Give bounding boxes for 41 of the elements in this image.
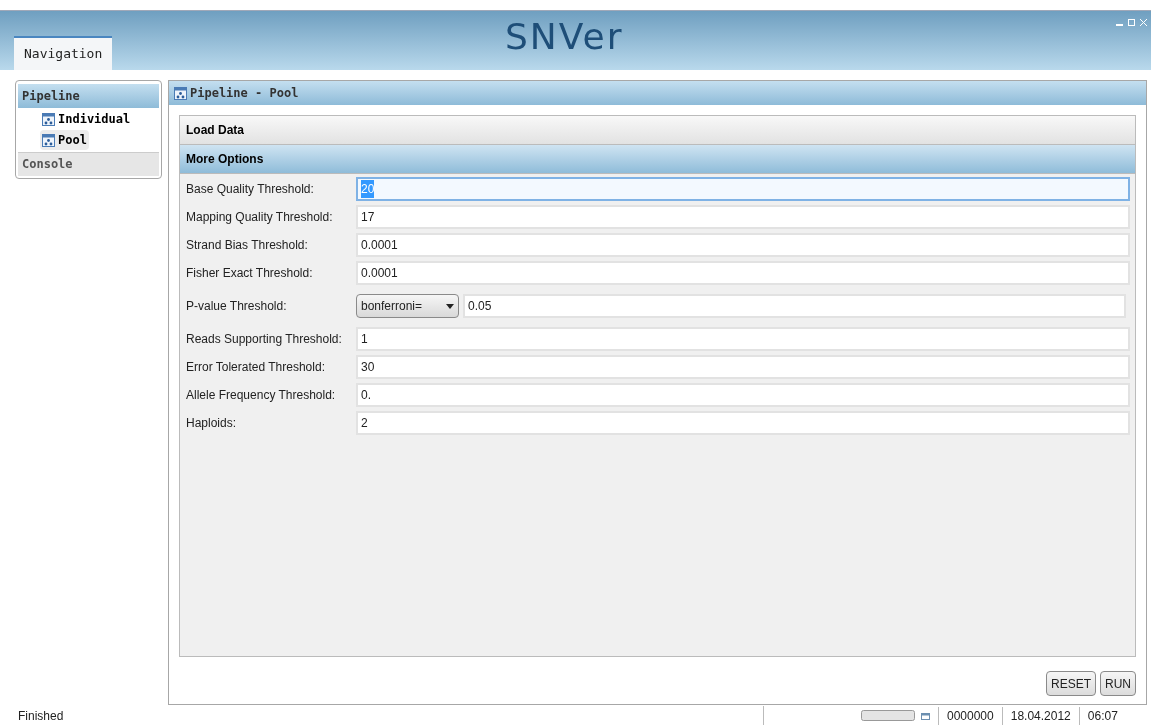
panel-title: Pipeline - Pool bbox=[190, 85, 299, 102]
status-counter: 0000000 bbox=[938, 706, 1002, 725]
action-button[interactable]: RUN bbox=[1100, 671, 1136, 696]
nav-item[interactable]: Pool bbox=[40, 130, 89, 150]
status-date: 18.04.2012 bbox=[1001, 706, 1079, 725]
dropdown-caret-icon bbox=[446, 303, 454, 309]
maximize-icon[interactable] bbox=[1128, 19, 1135, 26]
field-label: P-value Threshold: bbox=[185, 298, 288, 315]
field-label: Base Quality Threshold: bbox=[185, 181, 315, 198]
nav-item[interactable]: Individual bbox=[40, 109, 133, 129]
action-button[interactable]: RESET bbox=[1046, 671, 1096, 696]
correction-dropdown[interactable]: bonferroni= bbox=[356, 294, 459, 318]
section-header[interactable]: Load Data bbox=[180, 116, 1135, 145]
app-logo: SNVer bbox=[505, 19, 624, 55]
field-label: Reads Supporting Threshold: bbox=[185, 331, 343, 348]
field-label: Strand Bias Threshold: bbox=[185, 237, 309, 254]
pipeline-icon bbox=[174, 86, 187, 100]
input-field[interactable]: 0. bbox=[356, 383, 1130, 407]
close-icon[interactable] bbox=[1140, 19, 1147, 26]
field-label: Allele Frequency Threshold: bbox=[185, 387, 337, 404]
pipeline-icon bbox=[42, 133, 55, 147]
field-label: Fisher Exact Threshold: bbox=[185, 265, 314, 282]
field-label: Error Tolerated Threshold: bbox=[185, 359, 326, 376]
input-field[interactable]: 0.0001 bbox=[356, 233, 1130, 257]
status-message: Finished bbox=[18, 707, 65, 725]
nav-group-header[interactable]: Pipeline bbox=[18, 84, 159, 108]
window-icon bbox=[921, 711, 930, 720]
input-field[interactable]: 2 bbox=[356, 411, 1130, 435]
input-field[interactable]: 0.0001 bbox=[356, 261, 1130, 285]
pipeline-icon bbox=[42, 112, 55, 126]
input-field[interactable]: 1 bbox=[356, 327, 1130, 351]
nav-group-header[interactable]: Console bbox=[18, 151, 159, 176]
input-field[interactable]: 30 bbox=[356, 355, 1130, 379]
navigation-tab[interactable]: Navigation bbox=[14, 36, 113, 70]
section-header[interactable]: More Options bbox=[180, 145, 1135, 174]
field-label: Mapping Quality Threshold: bbox=[185, 209, 334, 226]
input-field[interactable]: 0.05 bbox=[463, 294, 1126, 318]
input-field[interactable]: 17 bbox=[356, 205, 1130, 229]
field-label: Haploids: bbox=[185, 415, 238, 432]
progress-bar-icon bbox=[861, 710, 915, 721]
status-time: 06:07 bbox=[1078, 706, 1126, 725]
